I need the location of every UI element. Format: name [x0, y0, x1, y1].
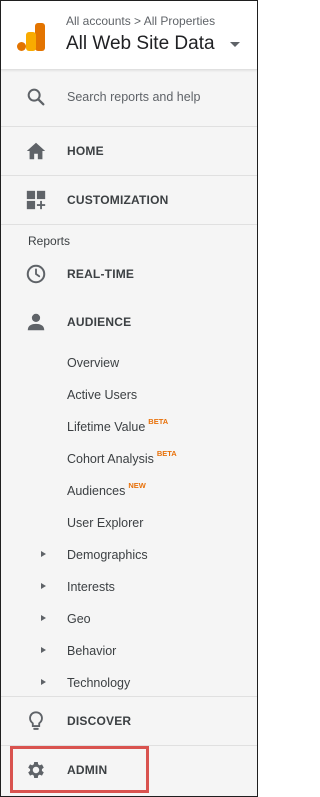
nav-home-label: HOME	[67, 144, 104, 158]
account-breadcrumb[interactable]: All accounts > All Properties	[66, 14, 215, 28]
audience-behavior-link[interactable]: Behavior	[67, 644, 116, 658]
beta-badge: BETA	[156, 449, 177, 458]
triangle-right-icon[interactable]	[41, 551, 46, 557]
list-item-label: User Explorer	[67, 516, 144, 530]
triangle-right-icon[interactable]	[41, 583, 46, 589]
nav-discover-label: DISCOVER	[67, 714, 132, 728]
list-item-label: Demographics	[67, 548, 148, 562]
nav-admin[interactable]: ADMIN	[1, 746, 257, 794]
triangle-right-icon[interactable]	[41, 679, 46, 685]
triangle-right-icon[interactable]	[41, 647, 46, 653]
search-reports-field[interactable]: Search reports and help	[1, 69, 257, 127]
list-item-label: Behavior	[67, 644, 117, 658]
list-item-label: Geo	[67, 612, 91, 626]
nav-realtime[interactable]: REAL-TIME	[1, 250, 257, 298]
audience-audiences-link[interactable]: Audiences NEW	[67, 481, 146, 498]
nav-customization-label: CUSTOMIZATION	[67, 193, 169, 207]
analytics-logo-icon	[17, 23, 45, 51]
caret-down-icon[interactable]	[230, 42, 240, 47]
nav-admin-label: ADMIN	[67, 763, 108, 777]
audience-geo-link[interactable]: Geo	[67, 612, 91, 626]
list-item-label: Lifetime Value	[67, 420, 146, 434]
list-item-label: Cohort Analysis	[67, 452, 154, 466]
audience-overview-link[interactable]: Overview	[67, 356, 119, 370]
new-badge: NEW	[128, 481, 146, 490]
analytics-sidebar: All accounts > All Properties All Web Si…	[0, 0, 258, 797]
list-item-label: Overview	[67, 356, 120, 370]
list-item-label: Interests	[67, 580, 115, 594]
list-item-label: Technology	[67, 676, 131, 690]
list-item-label: Audiences	[67, 484, 126, 498]
nav-audience[interactable]: AUDIENCE	[1, 298, 257, 346]
view-title[interactable]: All Web Site Data	[66, 33, 215, 55]
audience-demographics-link[interactable]: Demographics	[67, 548, 148, 562]
audience-user-explorer-link[interactable]: User Explorer	[67, 516, 143, 530]
nav-home[interactable]: HOME	[1, 127, 257, 176]
search-icon	[27, 88, 45, 106]
view-selector-header[interactable]: All accounts > All Properties All Web Si…	[1, 1, 257, 70]
home-icon	[26, 142, 46, 160]
lightbulb-icon	[29, 711, 43, 730]
nav-customization[interactable]: CUSTOMIZATION	[1, 176, 257, 225]
nav-realtime-label: REAL-TIME	[67, 267, 135, 281]
beta-badge: BETA	[148, 417, 169, 426]
audience-active-users-link[interactable]: Active Users	[67, 388, 137, 402]
person-icon	[27, 313, 45, 331]
nav-audience-label: AUDIENCE	[67, 315, 132, 329]
reports-section-label: Reports	[28, 234, 71, 248]
dashboard-plus-icon	[26, 190, 46, 210]
list-item-label: Active Users	[67, 388, 138, 402]
search-placeholder: Search reports and help	[67, 90, 201, 104]
audience-interests-link[interactable]: Interests	[67, 580, 115, 594]
gear-icon	[28, 762, 44, 778]
audience-cohort-analysis-link[interactable]: Cohort Analysis BETA	[67, 449, 177, 466]
clock-icon	[26, 264, 46, 284]
audience-technology-link[interactable]: Technology	[67, 676, 130, 690]
nav-discover[interactable]: DISCOVER	[1, 697, 257, 745]
audience-lifetime-value-link[interactable]: Lifetime Value BETA	[67, 417, 169, 434]
triangle-right-icon[interactable]	[41, 615, 46, 621]
